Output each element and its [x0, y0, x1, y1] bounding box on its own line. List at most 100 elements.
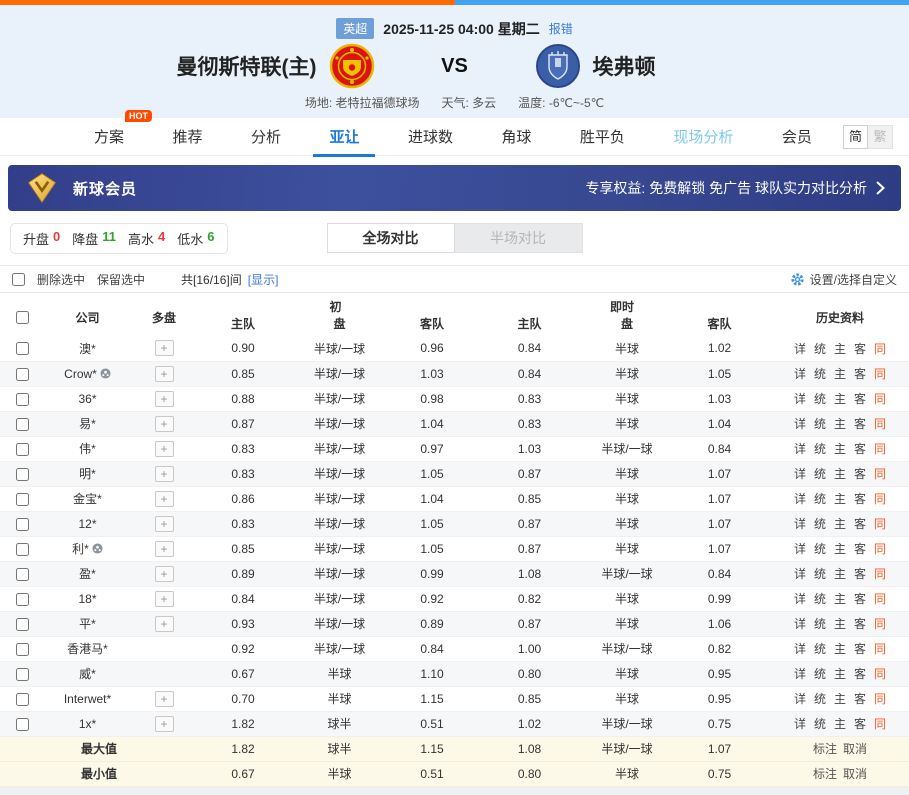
history-link-detail[interactable]: 详 [794, 717, 806, 731]
history-link-away[interactable]: 客 [854, 442, 866, 456]
history-link-same[interactable]: 同 [874, 342, 886, 356]
company-name[interactable]: 12* [78, 517, 96, 531]
compare-tab-half-match[interactable]: 半场对比 [455, 223, 583, 253]
history-link-detail[interactable]: 详 [794, 667, 806, 681]
row-checkbox[interactable] [16, 593, 29, 606]
history-link-home[interactable]: 主 [834, 517, 846, 531]
history-link-same[interactable]: 同 [874, 367, 886, 381]
company-name[interactable]: 平* [79, 615, 96, 632]
lang-simplified-button[interactable]: 简 [843, 125, 868, 149]
multi-expand-button[interactable]: + [155, 516, 174, 532]
company-name[interactable]: 36* [78, 392, 96, 406]
settings-button[interactable]: 设置/选择自定义 [790, 271, 897, 288]
history-link-same[interactable]: 同 [874, 492, 886, 506]
history-link-home[interactable]: 主 [834, 417, 846, 431]
multi-expand-button[interactable]: + [155, 366, 174, 382]
history-link-stats[interactable]: 统 [814, 442, 826, 456]
history-link-away[interactable]: 客 [854, 492, 866, 506]
toolbar-checkbox[interactable] [12, 273, 25, 286]
history-link-stats[interactable]: 统 [814, 717, 826, 731]
history-link-stats[interactable]: 统 [814, 617, 826, 631]
history-link-stats[interactable]: 统 [814, 667, 826, 681]
history-link-detail[interactable]: 详 [794, 342, 806, 356]
history-link-home[interactable]: 主 [834, 442, 846, 456]
history-link-detail[interactable]: 详 [794, 542, 806, 556]
history-link-home[interactable]: 主 [834, 667, 846, 681]
history-link-stats[interactable]: 统 [814, 492, 826, 506]
company-name[interactable]: 伟* [79, 440, 96, 457]
multi-expand-button[interactable]: + [155, 591, 174, 607]
row-checkbox[interactable] [16, 568, 29, 581]
tab-win-draw-lose[interactable]: 胜平负 [578, 117, 627, 157]
history-link-detail[interactable]: 详 [794, 592, 806, 606]
cancel-link[interactable]: 取消 [843, 767, 867, 781]
mark-link[interactable]: 标注 [813, 767, 837, 781]
history-link-stats[interactable]: 统 [814, 367, 826, 381]
multi-expand-button[interactable]: + [155, 716, 174, 732]
row-checkbox[interactable] [16, 718, 29, 731]
history-link-home[interactable]: 主 [834, 467, 846, 481]
company-name[interactable]: 明* [79, 465, 96, 482]
history-link-away[interactable]: 客 [854, 517, 866, 531]
history-link-away[interactable]: 客 [854, 367, 866, 381]
row-checkbox[interactable] [16, 668, 29, 681]
row-checkbox[interactable] [16, 418, 29, 431]
tab-plan[interactable]: 方案HOT [92, 117, 126, 157]
row-checkbox[interactable] [16, 543, 29, 556]
history-link-away[interactable]: 客 [854, 592, 866, 606]
multi-expand-button[interactable]: + [155, 541, 174, 557]
row-checkbox[interactable] [16, 393, 29, 406]
delete-selected-button[interactable]: 删除选中 [37, 271, 85, 288]
history-link-away[interactable]: 客 [854, 392, 866, 406]
company-name[interactable]: 澳* [79, 340, 96, 357]
history-link-away[interactable]: 客 [854, 617, 866, 631]
history-link-home[interactable]: 主 [834, 492, 846, 506]
show-link[interactable]: [显示] [248, 271, 279, 288]
history-link-stats[interactable]: 统 [814, 592, 826, 606]
history-link-away[interactable]: 客 [854, 642, 866, 656]
row-checkbox[interactable] [16, 493, 29, 506]
history-link-away[interactable]: 客 [854, 417, 866, 431]
row-checkbox[interactable] [16, 342, 29, 355]
history-link-home[interactable]: 主 [834, 617, 846, 631]
history-link-same[interactable]: 同 [874, 692, 886, 706]
history-link-stats[interactable]: 统 [814, 517, 826, 531]
lang-traditional-button[interactable]: 繁 [868, 125, 893, 149]
history-link-same[interactable]: 同 [874, 442, 886, 456]
history-link-stats[interactable]: 统 [814, 342, 826, 356]
history-link-detail[interactable]: 详 [794, 417, 806, 431]
company-name[interactable]: 威* [79, 665, 96, 682]
company-name[interactable]: 易* [79, 415, 96, 432]
history-link-stats[interactable]: 统 [814, 467, 826, 481]
history-link-stats[interactable]: 统 [814, 392, 826, 406]
company-name[interactable]: 金宝* [73, 490, 102, 507]
tab-corners[interactable]: 角球 [499, 117, 533, 157]
multi-expand-button[interactable]: + [155, 491, 174, 507]
history-link-same[interactable]: 同 [874, 592, 886, 606]
report-error-link[interactable]: 报错 [549, 20, 573, 37]
multi-expand-button[interactable]: + [155, 416, 174, 432]
history-link-detail[interactable]: 详 [794, 467, 806, 481]
cancel-link[interactable]: 取消 [843, 742, 867, 756]
company-name[interactable]: 18* [78, 592, 96, 606]
history-link-same[interactable]: 同 [874, 667, 886, 681]
history-link-home[interactable]: 主 [834, 542, 846, 556]
tab-recommend[interactable]: 推荐 [170, 117, 204, 157]
history-link-home[interactable]: 主 [834, 592, 846, 606]
multi-expand-button[interactable]: + [155, 441, 174, 457]
history-link-away[interactable]: 客 [854, 717, 866, 731]
history-link-home[interactable]: 主 [834, 342, 846, 356]
multi-expand-button[interactable]: + [155, 340, 174, 356]
history-link-detail[interactable]: 详 [794, 492, 806, 506]
history-link-detail[interactable]: 详 [794, 642, 806, 656]
multi-expand-button[interactable]: + [155, 391, 174, 407]
row-checkbox[interactable] [16, 368, 29, 381]
row-checkbox[interactable] [16, 518, 29, 531]
row-checkbox[interactable] [16, 618, 29, 631]
company-name[interactable]: 利* [72, 540, 89, 557]
row-checkbox[interactable] [16, 693, 29, 706]
history-link-home[interactable]: 主 [834, 392, 846, 406]
history-link-same[interactable]: 同 [874, 392, 886, 406]
multi-expand-button[interactable]: + [155, 691, 174, 707]
league-badge[interactable]: 英超 [336, 18, 374, 39]
